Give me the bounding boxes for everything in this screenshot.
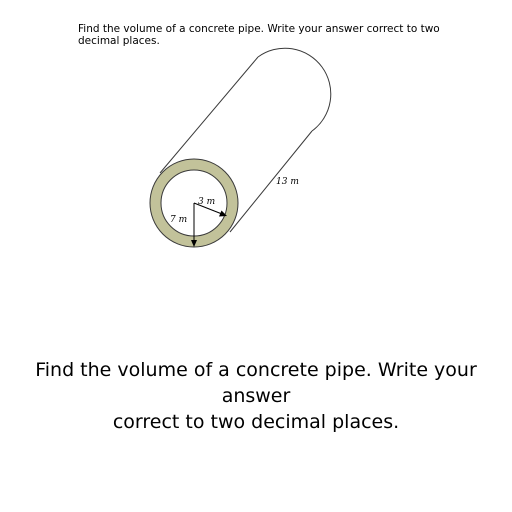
pipe-diagram: 13 m 3 m 7 m [149, 47, 332, 248]
pipe-far-end [257, 47, 332, 132]
question-text-large: Find the volume of a concrete pipe. Writ… [10, 357, 502, 435]
question-large-line-2: correct to two decimal places. [112, 411, 400, 433]
length-label: 13 m [276, 177, 299, 187]
question-large-line-1: Find the volume of a concrete pipe. Writ… [35, 359, 477, 407]
pipe-bottom-edge [229, 130, 313, 233]
outer-radius-label: 7 m [170, 215, 187, 225]
inner-radius-label: 3 m [198, 197, 215, 207]
pipe-top-edge [159, 56, 259, 174]
